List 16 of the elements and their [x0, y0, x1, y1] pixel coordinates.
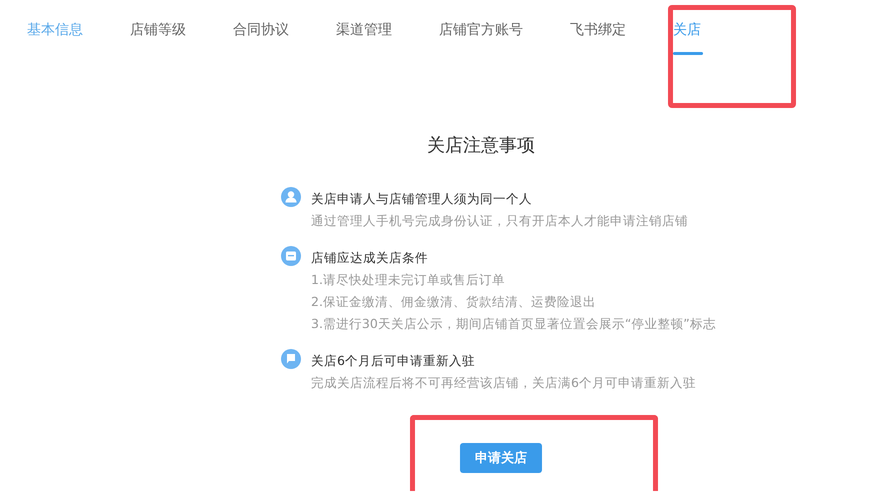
tab[interactable]: 渠道管理 — [336, 19, 439, 41]
tab[interactable]: 合同协议 — [233, 19, 336, 41]
notice-text: 3.需进行30天关店公示，期间店铺首页显著位置会展示“停业整顿”标志 — [311, 316, 716, 331]
notice-text: 通过管理人手机号完成身份认证，只有开店本人才能申请注销店铺 — [311, 213, 688, 228]
notice-heading: 店铺应达成关店条件 — [311, 250, 429, 265]
close-store-button[interactable]: 申请关店 — [460, 443, 542, 473]
notice-text: 完成关店流程后将不可再经营该店铺，关店满6个月可申请重新入驻 — [311, 375, 696, 390]
tab[interactable]: 关店 — [673, 19, 748, 41]
notice-text: 1.请尽快处理未完订单或售后订单 — [311, 272, 506, 287]
tab[interactable]: 店铺等级 — [130, 19, 233, 41]
tab[interactable]: 飞书绑定 — [570, 19, 673, 41]
notice-heading: 关店6个月后可申请重新入驻 — [311, 353, 476, 368]
notice-text: 2.保证金缴清、佣金缴清、货款结清、运费险退出 — [311, 294, 597, 309]
page-title: 关店注意事项 — [426, 134, 536, 157]
notice-heading: 关店申请人与店铺管理人须为同一个人 — [311, 191, 533, 206]
tab[interactable]: 店铺官方账号 — [439, 19, 570, 41]
